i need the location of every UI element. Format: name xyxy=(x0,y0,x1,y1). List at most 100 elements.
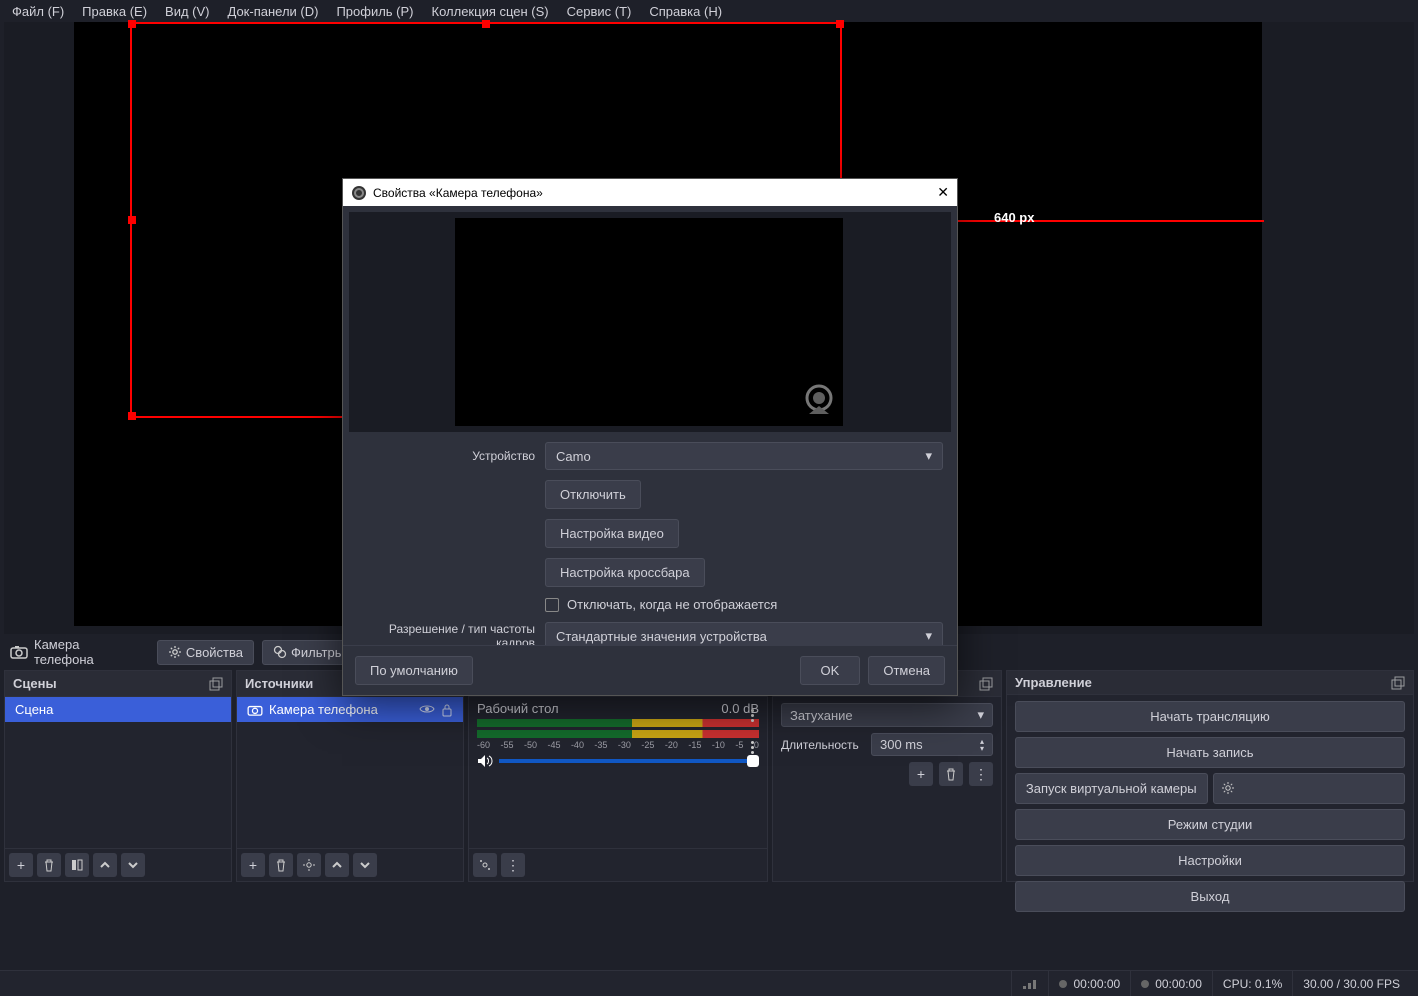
properties-label: Свойства xyxy=(186,645,243,660)
move-scene-up-button[interactable] xyxy=(93,853,117,877)
deactivate-button[interactable]: Отключить xyxy=(545,480,641,509)
status-live: 00:00:00 xyxy=(1048,971,1130,996)
transition-menu-button[interactable]: ⋮ xyxy=(969,762,993,786)
chevron-down-icon: ▾ xyxy=(925,448,932,464)
menu-view[interactable]: Вид (V) xyxy=(157,2,217,21)
start-recording-button[interactable]: Начать запись xyxy=(1015,737,1405,768)
resolution-select[interactable]: Стандартные значения устройства ▾ xyxy=(545,622,943,645)
menu-scene-collection[interactable]: Коллекция сцен (S) xyxy=(424,2,557,21)
dialog-preview-canvas xyxy=(455,218,843,426)
mixer-menu-button[interactable]: ⋮ xyxy=(501,853,525,877)
popout-icon[interactable] xyxy=(1391,676,1405,690)
configure-video-button[interactable]: Настройка видео xyxy=(545,519,679,548)
exit-button[interactable]: Выход xyxy=(1015,881,1405,912)
transition-select[interactable]: Затухание ▾ xyxy=(781,703,993,727)
add-scene-button[interactable]: + xyxy=(9,853,33,877)
mixer-dock: Аудиомикшер Рабочий стол 0.0 dB -60-55-5… xyxy=(468,670,768,882)
chevron-down-icon: ▾ xyxy=(925,628,932,644)
device-select[interactable]: Camo ▾ xyxy=(545,442,943,470)
context-source-name: Камера телефона xyxy=(34,637,141,667)
source-item[interactable]: Камера телефона xyxy=(237,697,463,722)
source-properties-button[interactable] xyxy=(297,853,321,877)
ok-button[interactable]: OK xyxy=(800,656,861,685)
meter-ticks: -60-55-50 -45-40-35 -30-25-20 -15-10-5 0 xyxy=(477,740,759,750)
speaker-icon[interactable] xyxy=(477,754,493,768)
menu-file[interactable]: Файл (F) xyxy=(4,2,72,21)
add-transition-button[interactable]: + xyxy=(909,762,933,786)
resize-handle[interactable] xyxy=(128,20,136,28)
duration-value: 300 ms xyxy=(880,737,923,752)
guide-label: 640 px xyxy=(994,210,1034,225)
audio-meter xyxy=(477,730,759,738)
popout-icon[interactable] xyxy=(979,677,993,691)
filters-icon xyxy=(273,645,287,659)
live-time: 00:00:00 xyxy=(1073,977,1120,991)
duration-input[interactable]: 300 ms ▴▾ xyxy=(871,733,993,756)
menu-docks[interactable]: Док-панели (D) xyxy=(220,2,327,21)
cancel-button[interactable]: Отмена xyxy=(868,656,945,685)
menu-edit[interactable]: Правка (E) xyxy=(74,2,155,21)
status-fps: 30.00 / 30.00 FPS xyxy=(1292,971,1410,996)
resolution-value: Стандартные значения устройства xyxy=(556,629,767,644)
scene-item-label: Сцена xyxy=(15,702,53,717)
obs-icon xyxy=(351,185,367,201)
remove-transition-button[interactable] xyxy=(939,762,963,786)
spinner-icon[interactable]: ▴▾ xyxy=(980,738,984,752)
resize-handle[interactable] xyxy=(836,20,844,28)
virtualcam-settings-button[interactable] xyxy=(1213,773,1406,804)
remove-source-button[interactable] xyxy=(269,853,293,877)
transitions-dock: Переходы между сценами Затухание ▾ Длите… xyxy=(772,670,1002,882)
transition-value: Затухание xyxy=(790,708,853,723)
camera-icon xyxy=(247,704,263,716)
scene-item[interactable]: Сцена xyxy=(5,697,231,722)
rec-time: 00:00:00 xyxy=(1155,977,1202,991)
volume-slider[interactable] xyxy=(499,759,759,763)
lock-icon[interactable] xyxy=(441,703,453,717)
configure-crossbar-button[interactable]: Настройка кроссбара xyxy=(545,558,705,587)
gear-icon xyxy=(168,645,182,659)
start-streaming-button[interactable]: Начать трансляцию xyxy=(1015,701,1405,732)
camera-icon xyxy=(10,645,28,659)
move-source-up-button[interactable] xyxy=(325,853,349,877)
menu-profile[interactable]: Профиль (P) xyxy=(328,2,421,21)
statusbar: 00:00:00 00:00:00 CPU: 0.1% 30.00 / 30.0… xyxy=(0,970,1418,996)
filters-label: Фильтры xyxy=(291,645,344,660)
channel-menu-icon[interactable] xyxy=(743,709,761,722)
defaults-button[interactable]: По умолчанию xyxy=(355,656,473,685)
dialog-form: Устройство Camo ▾ Отключить Настройка ви… xyxy=(343,438,957,645)
remove-scene-button[interactable] xyxy=(37,853,61,877)
studio-mode-button[interactable]: Режим студии xyxy=(1015,809,1405,840)
add-source-button[interactable]: + xyxy=(241,853,265,877)
start-virtualcam-button[interactable]: Запуск виртуальной камеры xyxy=(1015,773,1208,804)
scene-filters-button[interactable] xyxy=(65,853,89,877)
menu-tools[interactable]: Сервис (T) xyxy=(559,2,640,21)
resize-handle[interactable] xyxy=(482,20,490,28)
move-source-down-button[interactable] xyxy=(353,853,377,877)
mixer-channel: Рабочий стол 0.0 dB -60-55-50 -45-40-35 … xyxy=(469,697,767,772)
dialog-title: Свойства «Камера телефона» xyxy=(373,186,543,200)
audio-meter xyxy=(477,719,759,727)
source-item-label: Камера телефона xyxy=(269,702,378,717)
properties-button[interactable]: Свойства xyxy=(157,640,254,665)
controls-title: Управление xyxy=(1015,675,1092,690)
rec-dot-icon xyxy=(1141,980,1149,988)
move-scene-down-button[interactable] xyxy=(121,853,145,877)
close-icon[interactable]: ✕ xyxy=(937,184,949,201)
dialog-buttons: По умолчанию OK Отмена xyxy=(343,645,957,695)
camo-logo-icon xyxy=(801,384,837,420)
docks: Сцены Сцена + xyxy=(4,670,1414,882)
mixer-advanced-button[interactable] xyxy=(473,853,497,877)
resize-handle[interactable] xyxy=(128,216,136,224)
sources-dock: Источники Камера телефона xyxy=(236,670,464,882)
resize-handle[interactable] xyxy=(128,412,136,420)
channel-menu-icon[interactable] xyxy=(743,741,761,754)
deactivate-when-hidden-checkbox[interactable] xyxy=(545,598,559,612)
deactivate-when-hidden-label: Отключать, когда не отображается xyxy=(567,597,777,612)
dialog-titlebar[interactable]: Свойства «Камера телефона» ✕ xyxy=(343,179,957,206)
visibility-icon[interactable] xyxy=(419,703,435,717)
duration-label: Длительность xyxy=(781,738,865,752)
menu-help[interactable]: Справка (H) xyxy=(641,2,730,21)
popout-icon[interactable] xyxy=(209,677,223,691)
settings-button[interactable]: Настройки xyxy=(1015,845,1405,876)
device-label: Устройство xyxy=(357,449,535,463)
